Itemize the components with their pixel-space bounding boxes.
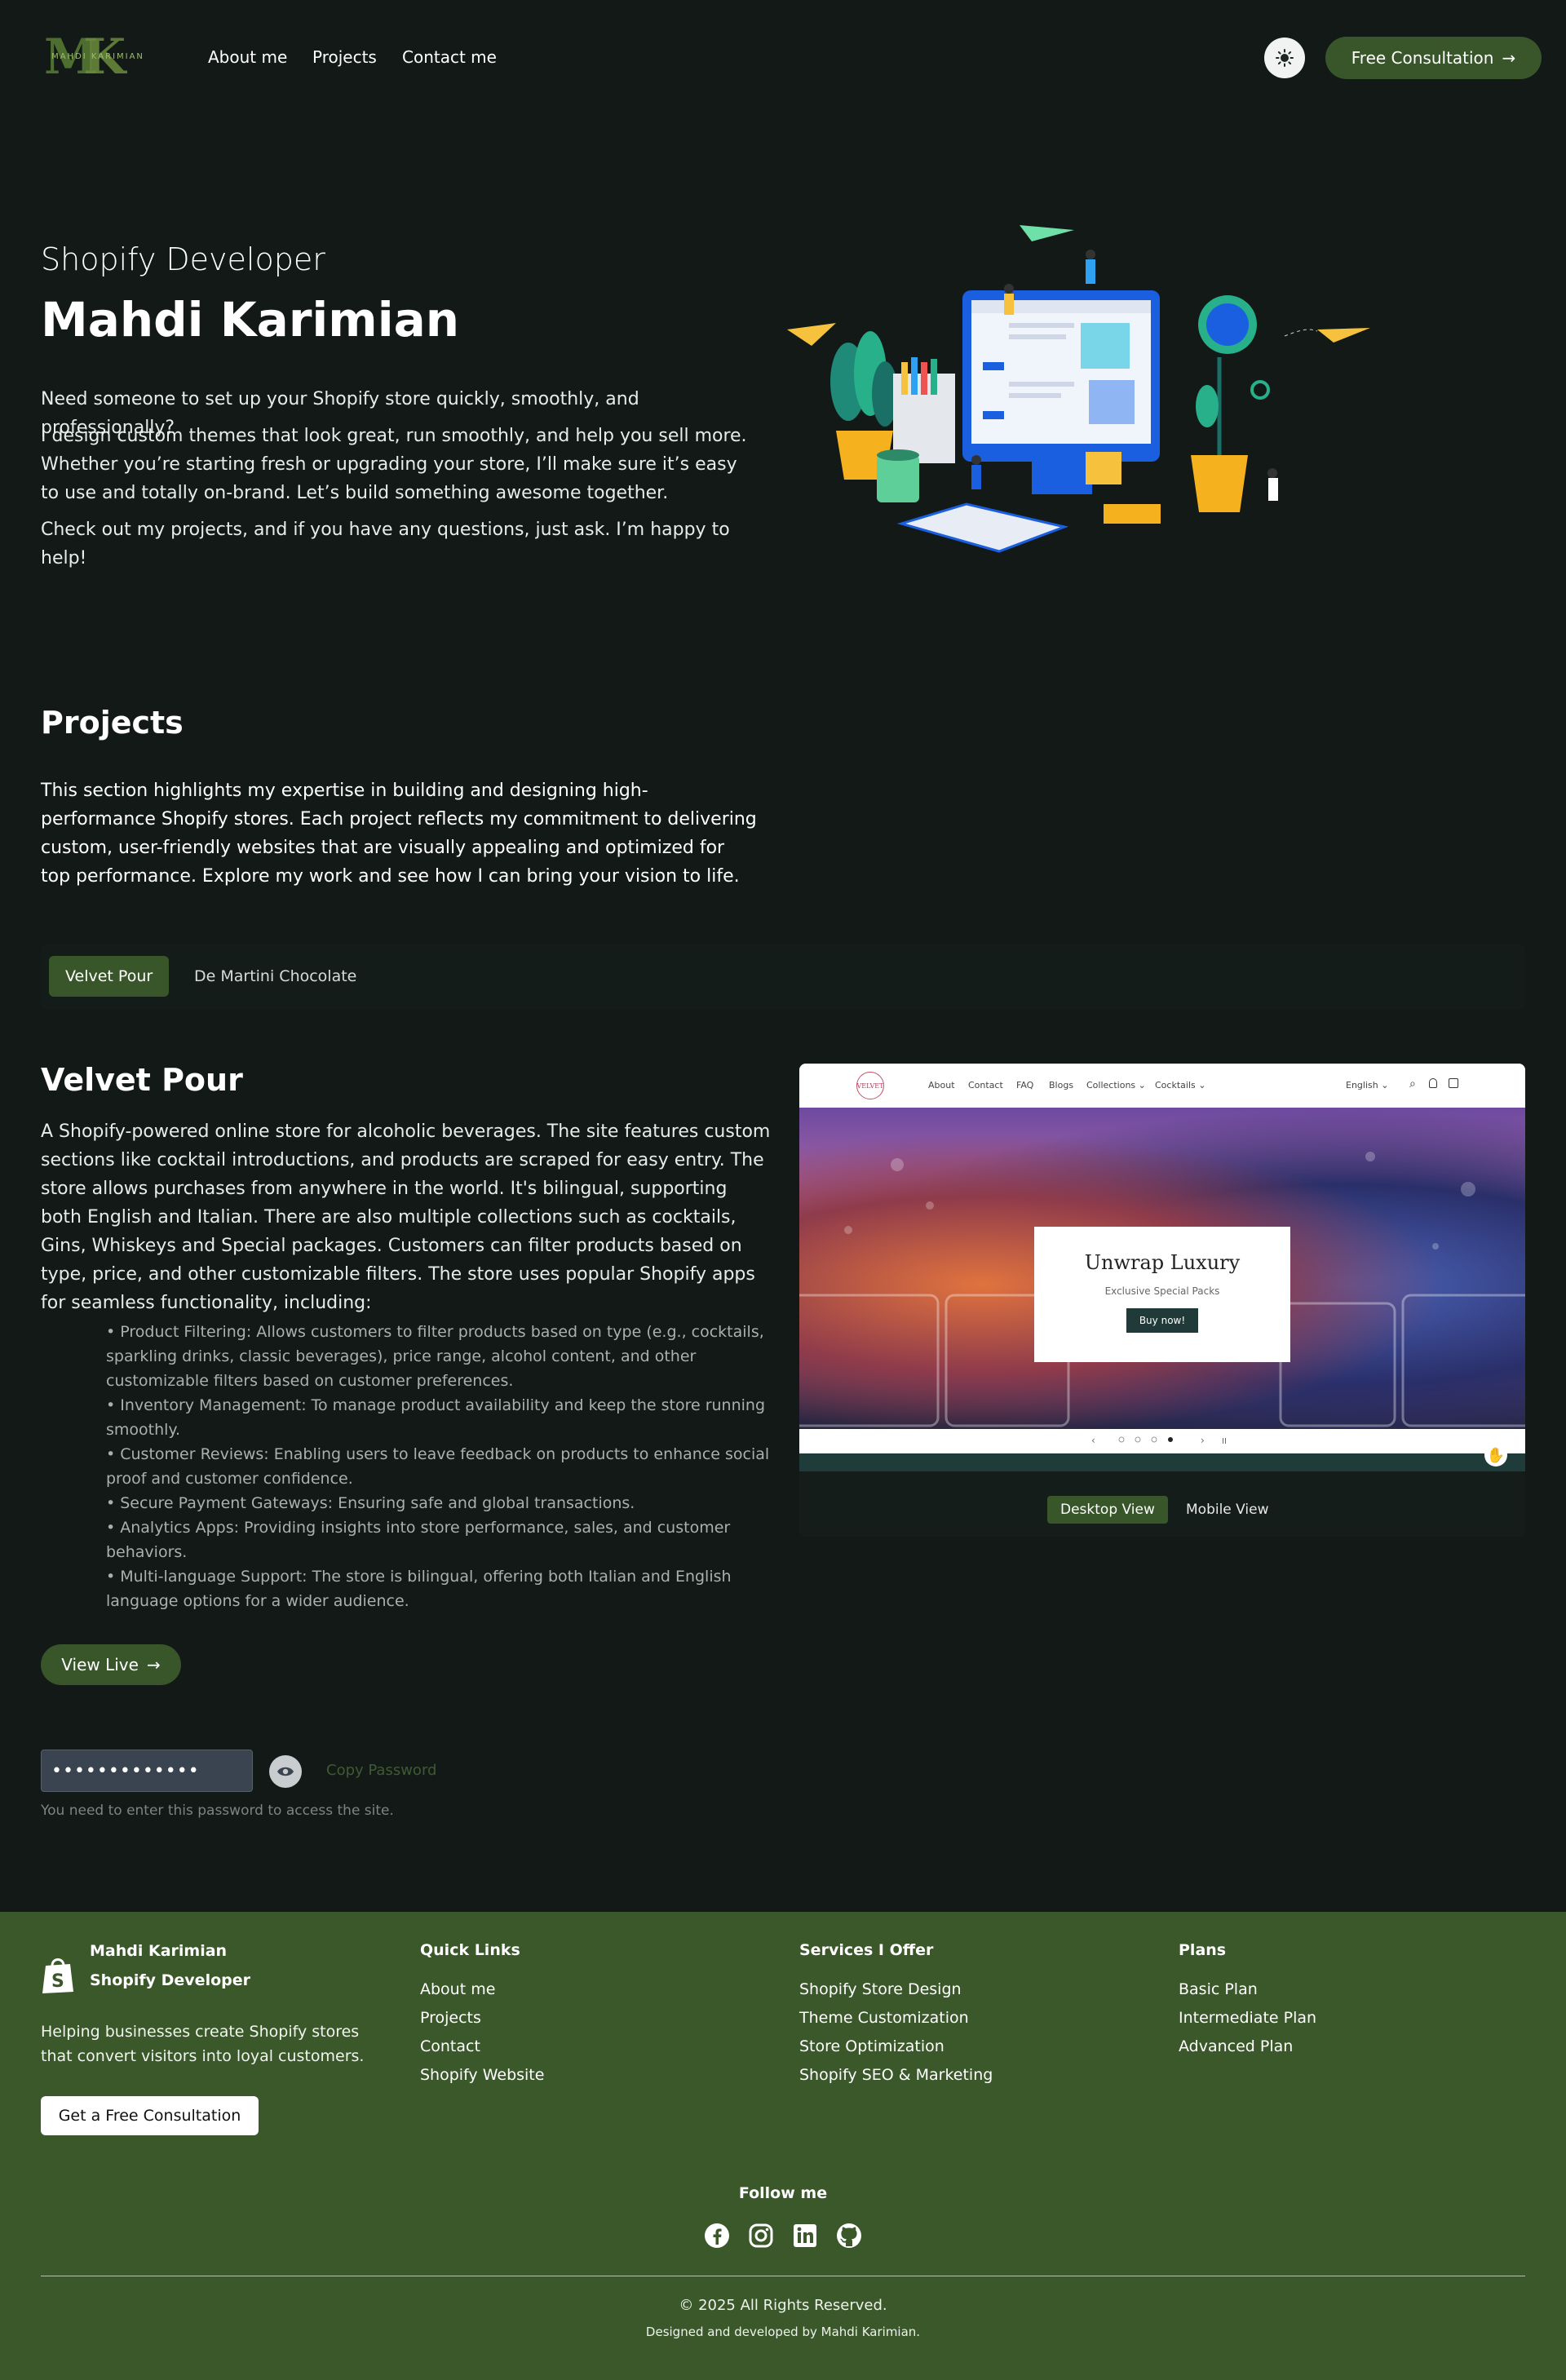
- free-consultation-label: Free Consultation: [1351, 48, 1494, 68]
- show-password-button[interactable]: [269, 1755, 302, 1788]
- copy-password-button[interactable]: Copy Password: [326, 1762, 436, 1779]
- tab-velvet-pour[interactable]: Velvet Pour: [49, 956, 170, 997]
- footer-services: Services I Offer Shopify Store Design Th…: [799, 1941, 993, 2095]
- preview-banner-button: Buy now!: [1126, 1308, 1199, 1333]
- feature-item: Inventory Management: To manage product …: [106, 1393, 771, 1442]
- projects-title: Projects: [41, 705, 184, 741]
- hand-cursor-icon: ✋: [1484, 1444, 1507, 1466]
- facebook-icon[interactable]: [703, 2222, 731, 2249]
- preview-footer-band: ✋: [799, 1444, 1525, 1471]
- preview-nav-item: Cocktails ⌄: [1155, 1080, 1206, 1090]
- svg-text:S: S: [51, 1971, 64, 1992]
- project-preview-card: VELVET About Contact FAQ Blogs Collectio…: [799, 1064, 1525, 1537]
- feature-item: Secure Payment Gateways: Ensuring safe a…: [106, 1491, 771, 1515]
- preview-nav-item: Contact: [968, 1080, 1003, 1090]
- footer-link-shopify-website[interactable]: Shopify Website: [420, 2066, 544, 2084]
- arrow-right-icon: →: [1502, 48, 1516, 68]
- tab-de-martini-chocolate[interactable]: De Martini Chocolate: [178, 956, 373, 997]
- github-icon[interactable]: [835, 2222, 863, 2249]
- social-links: [703, 2222, 863, 2249]
- preview-language: English ⌄: [1346, 1080, 1389, 1090]
- follow-me-label: Follow me: [738, 2184, 828, 2202]
- preview-site-header: VELVET About Contact FAQ Blogs Collectio…: [799, 1064, 1525, 1108]
- view-live-label: View Live: [61, 1655, 139, 1674]
- footer-link-basic-plan[interactable]: Basic Plan: [1179, 1980, 1316, 1998]
- svg-text:II: II: [1222, 1437, 1227, 1446]
- preview-nav-item: Collections ⌄: [1086, 1080, 1146, 1090]
- mobile-view-button[interactable]: Mobile View: [1173, 1496, 1282, 1524]
- nav-about-me[interactable]: About me: [208, 47, 287, 67]
- project-title: Velvet Pour: [41, 1062, 243, 1098]
- footer-link-store-optimization[interactable]: Store Optimization: [799, 2037, 993, 2055]
- footer-tagline: Helping businesses create Shopify stores…: [41, 2023, 365, 2065]
- preview-banner-box: Unwrap Luxury Exclusive Special Packs Bu…: [1034, 1227, 1290, 1362]
- free-consultation-button[interactable]: Free Consultation →: [1325, 37, 1542, 79]
- feature-item: Customer Reviews: Enabling users to leav…: [106, 1442, 771, 1491]
- footer-quick-links: Quick Links About me Projects Contact Sh…: [420, 1941, 544, 2095]
- linkedin-icon[interactable]: [791, 2222, 819, 2249]
- hero-paragraph-3: Check out my projects, and if you have a…: [41, 520, 730, 568]
- desktop-screenshot: VELVET About Contact FAQ Blogs Collectio…: [799, 1064, 1525, 1471]
- footer-consultation-button[interactable]: Get a Free Consultation: [41, 2096, 259, 2135]
- projects-description: This section highlights my expertise in …: [41, 781, 757, 887]
- footer-brand: Mahdi Karimian Shopify Developer: [90, 1936, 250, 1995]
- footer-column-title: Quick Links: [420, 1941, 520, 1959]
- hero-subtitle: Shopify Developer: [41, 241, 325, 277]
- footer-link-advanced-plan[interactable]: Advanced Plan: [1179, 2037, 1316, 2055]
- sun-icon: [1276, 49, 1294, 67]
- password-note: You need to enter this password to acces…: [41, 1803, 394, 1819]
- eye-icon: [277, 1767, 294, 1776]
- logo-name: MAHDI KARIMIAN: [51, 52, 144, 61]
- preview-banner-title: Unwrap Luxury: [1084, 1251, 1241, 1274]
- logo[interactable]: M K MAHDI KARIMIAN: [33, 29, 163, 86]
- shopify-bag-icon: S: [42, 1958, 73, 1993]
- preview-account-icon: [1429, 1078, 1437, 1088]
- preview-nav-item: About: [928, 1080, 955, 1090]
- footer-link-store-design[interactable]: Shopify Store Design: [799, 1980, 993, 1998]
- footer-column-title: Services I Offer: [799, 1941, 934, 1959]
- hero-illustration: [787, 225, 1370, 553]
- footer-brand-name: Mahdi Karimian: [90, 1942, 228, 1960]
- footer-link-about[interactable]: About me: [420, 1980, 544, 1998]
- nav-contact-me[interactable]: Contact me: [402, 47, 497, 67]
- project-tabs: Velvet Pour De Martini Chocolate: [41, 944, 1525, 1010]
- feature-item: Product Filtering: Allows customers to f…: [106, 1320, 771, 1393]
- footer-link-intermediate-plan[interactable]: Intermediate Plan: [1179, 2009, 1316, 2027]
- preview-banner-subtitle: Exclusive Special Packs: [1104, 1285, 1220, 1297]
- preview-nav-item: FAQ: [1016, 1080, 1034, 1090]
- preview-hero-banner: Unwrap Luxury Exclusive Special Packs Bu…: [799, 1108, 1525, 1429]
- view-live-button[interactable]: View Live →: [41, 1644, 181, 1685]
- footer-brand-role: Shopify Developer: [90, 1971, 250, 1989]
- credit: Designed and developed by Mahdi Karimian…: [645, 2325, 921, 2339]
- feature-item: Analytics Apps: Providing insights into …: [106, 1515, 771, 1564]
- preview-nav-item: Blogs: [1049, 1080, 1074, 1090]
- instagram-icon[interactable]: [747, 2222, 775, 2249]
- svg-text:›: ›: [1201, 1435, 1205, 1446]
- hero-title: Mahdi Karimian: [41, 292, 460, 347]
- footer-link-theme-customization[interactable]: Theme Customization: [799, 2009, 993, 2027]
- password-field[interactable]: •••••••••••••: [41, 1750, 253, 1792]
- footer: S Mahdi Karimian Shopify Developer Helpi…: [0, 1912, 1566, 2380]
- project-description: A Shopify-powered online store for alcoh…: [41, 1121, 771, 1313]
- preview-site-logo: VELVET: [856, 1072, 884, 1099]
- feature-list: Product Filtering: Allows customers to f…: [106, 1320, 771, 1613]
- svg-text:‹: ‹: [1091, 1435, 1095, 1446]
- footer-link-contact[interactable]: Contact: [420, 2037, 544, 2055]
- nav-projects[interactable]: Projects: [312, 47, 377, 67]
- preview-search-icon: ⌕: [1409, 1077, 1416, 1090]
- footer-link-projects[interactable]: Projects: [420, 2009, 544, 2027]
- hero-paragraph-2: I design custom themes that look great, …: [41, 426, 747, 503]
- feature-item: Multi-language Support: The store is bil…: [106, 1564, 771, 1613]
- copyright: © 2025 All Rights Reserved.: [679, 2297, 887, 2314]
- footer-plans: Plans Basic Plan Intermediate Plan Advan…: [1179, 1941, 1316, 2066]
- footer-column-title: Plans: [1179, 1941, 1227, 1959]
- preview-cart-icon: [1449, 1078, 1458, 1088]
- theme-toggle-button[interactable]: [1264, 38, 1305, 78]
- arrow-right-icon: →: [146, 1655, 161, 1674]
- footer-link-seo-marketing[interactable]: Shopify SEO & Marketing: [799, 2066, 993, 2084]
- desktop-view-button[interactable]: Desktop View: [1047, 1496, 1168, 1524]
